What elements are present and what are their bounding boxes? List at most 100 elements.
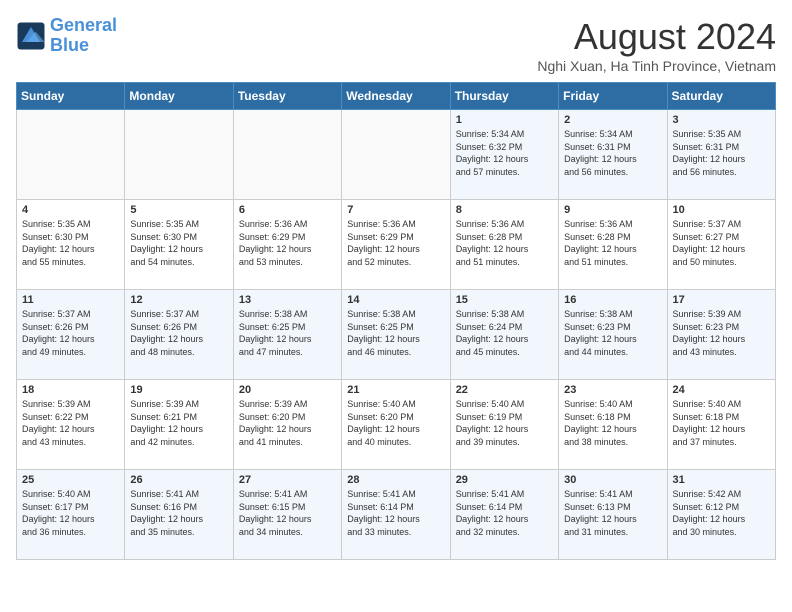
calendar-day-14: 14 Sunrise: 5:38 AM Sunset: 6:25 PM Dayli… [342, 290, 450, 380]
day-number: 5 [130, 204, 227, 216]
calendar-day-26: 26 Sunrise: 5:41 AM Sunset: 6:16 PM Dayli… [125, 470, 233, 560]
calendar-day-20: 20 Sunrise: 5:39 AM Sunset: 6:20 PM Dayli… [233, 380, 341, 470]
location-subtitle: Nghi Xuan, Ha Tinh Province, Vietnam [537, 58, 776, 74]
day-info: Sunrise: 5:42 AM Sunset: 6:12 PM Dayligh… [673, 488, 770, 538]
empty-day [17, 110, 125, 200]
day-info: Sunrise: 5:41 AM Sunset: 6:13 PM Dayligh… [564, 488, 661, 538]
day-info: Sunrise: 5:35 AM Sunset: 6:31 PM Dayligh… [673, 128, 770, 178]
day-info: Sunrise: 5:40 AM Sunset: 6:17 PM Dayligh… [22, 488, 119, 538]
title-block: August 2024 Nghi Xuan, Ha Tinh Province,… [537, 16, 776, 74]
calendar-day-1: 1Sunrise: 5:34 AM Sunset: 6:32 PM Daylig… [450, 110, 558, 200]
day-info: Sunrise: 5:38 AM Sunset: 6:25 PM Dayligh… [347, 308, 444, 358]
calendar-day-24: 24 Sunrise: 5:40 AM Sunset: 6:18 PM Dayli… [667, 380, 775, 470]
calendar-day-28: 28 Sunrise: 5:41 AM Sunset: 6:14 PM Dayli… [342, 470, 450, 560]
calendar-day-27: 27 Sunrise: 5:41 AM Sunset: 6:15 PM Dayli… [233, 470, 341, 560]
day-number: 1 [456, 114, 553, 126]
day-number: 25 [22, 474, 119, 486]
day-number: 20 [239, 384, 336, 396]
day-info: Sunrise: 5:38 AM Sunset: 6:24 PM Dayligh… [456, 308, 553, 358]
day-number: 14 [347, 294, 444, 306]
day-info: Sunrise: 5:41 AM Sunset: 6:14 PM Dayligh… [456, 488, 553, 538]
day-number: 8 [456, 204, 553, 216]
calendar-week-row: 25 Sunrise: 5:40 AM Sunset: 6:17 PM Dayli… [17, 470, 776, 560]
page-header: GeneralBlue August 2024 Nghi Xuan, Ha Ti… [16, 16, 776, 74]
calendar-day-23: 23Sunrise: 5:40 AM Sunset: 6:18 PM Dayli… [559, 380, 667, 470]
day-info: Sunrise: 5:37 AM Sunset: 6:26 PM Dayligh… [130, 308, 227, 358]
calendar-day-9: 9 Sunrise: 5:36 AM Sunset: 6:28 PM Daylig… [559, 200, 667, 290]
calendar-day-8: 8 Sunrise: 5:36 AM Sunset: 6:28 PM Daylig… [450, 200, 558, 290]
calendar-day-3: 3Sunrise: 5:35 AM Sunset: 6:31 PM Daylig… [667, 110, 775, 200]
calendar-day-13: 13 Sunrise: 5:38 AM Sunset: 6:25 PM Dayli… [233, 290, 341, 380]
day-info: Sunrise: 5:39 AM Sunset: 6:20 PM Dayligh… [239, 398, 336, 448]
day-info: Sunrise: 5:40 AM Sunset: 6:18 PM Dayligh… [673, 398, 770, 448]
calendar-day-16: 16Sunrise: 5:38 AM Sunset: 6:23 PM Dayli… [559, 290, 667, 380]
day-info: Sunrise: 5:37 AM Sunset: 6:27 PM Dayligh… [673, 218, 770, 268]
day-number: 18 [22, 384, 119, 396]
calendar-day-15: 15 Sunrise: 5:38 AM Sunset: 6:24 PM Dayli… [450, 290, 558, 380]
calendar-day-11: 11Sunrise: 5:37 AM Sunset: 6:26 PM Dayli… [17, 290, 125, 380]
calendar-day-25: 25 Sunrise: 5:40 AM Sunset: 6:17 PM Dayli… [17, 470, 125, 560]
calendar-day-5: 5 Sunrise: 5:35 AM Sunset: 6:30 PM Daylig… [125, 200, 233, 290]
day-info: Sunrise: 5:39 AM Sunset: 6:22 PM Dayligh… [22, 398, 119, 448]
day-number: 10 [673, 204, 770, 216]
calendar-day-31: 31 Sunrise: 5:42 AM Sunset: 6:12 PM Dayli… [667, 470, 775, 560]
day-number: 26 [130, 474, 227, 486]
day-info: Sunrise: 5:36 AM Sunset: 6:29 PM Dayligh… [239, 218, 336, 268]
day-info: Sunrise: 5:36 AM Sunset: 6:29 PM Dayligh… [347, 218, 444, 268]
day-info: Sunrise: 5:39 AM Sunset: 6:21 PM Dayligh… [130, 398, 227, 448]
day-number: 29 [456, 474, 553, 486]
day-info: Sunrise: 5:41 AM Sunset: 6:15 PM Dayligh… [239, 488, 336, 538]
day-info: Sunrise: 5:38 AM Sunset: 6:25 PM Dayligh… [239, 308, 336, 358]
empty-day [342, 110, 450, 200]
logo-icon [16, 21, 46, 51]
day-info: Sunrise: 5:36 AM Sunset: 6:28 PM Dayligh… [456, 218, 553, 268]
day-number: 19 [130, 384, 227, 396]
weekday-header-friday: Friday [559, 83, 667, 110]
weekday-header-saturday: Saturday [667, 83, 775, 110]
day-info: Sunrise: 5:35 AM Sunset: 6:30 PM Dayligh… [22, 218, 119, 268]
calendar-day-17: 17Sunrise: 5:39 AM Sunset: 6:23 PM Dayli… [667, 290, 775, 380]
day-number: 4 [22, 204, 119, 216]
day-info: Sunrise: 5:36 AM Sunset: 6:28 PM Dayligh… [564, 218, 661, 268]
day-info: Sunrise: 5:40 AM Sunset: 6:19 PM Dayligh… [456, 398, 553, 448]
weekday-header-monday: Monday [125, 83, 233, 110]
day-number: 13 [239, 294, 336, 306]
day-info: Sunrise: 5:34 AM Sunset: 6:31 PM Dayligh… [564, 128, 661, 178]
day-number: 24 [673, 384, 770, 396]
calendar-day-2: 2 Sunrise: 5:34 AM Sunset: 6:31 PM Daylig… [559, 110, 667, 200]
day-number: 9 [564, 204, 661, 216]
calendar-day-6: 6Sunrise: 5:36 AM Sunset: 6:29 PM Daylig… [233, 200, 341, 290]
calendar-day-30: 30Sunrise: 5:41 AM Sunset: 6:13 PM Dayli… [559, 470, 667, 560]
day-info: Sunrise: 5:40 AM Sunset: 6:20 PM Dayligh… [347, 398, 444, 448]
day-info: Sunrise: 5:41 AM Sunset: 6:14 PM Dayligh… [347, 488, 444, 538]
weekday-header-row: SundayMondayTuesdayWednesdayThursdayFrid… [17, 83, 776, 110]
calendar-day-18: 18 Sunrise: 5:39 AM Sunset: 6:22 PM Dayli… [17, 380, 125, 470]
weekday-header-sunday: Sunday [17, 83, 125, 110]
day-info: Sunrise: 5:35 AM Sunset: 6:30 PM Dayligh… [130, 218, 227, 268]
day-info: Sunrise: 5:39 AM Sunset: 6:23 PM Dayligh… [673, 308, 770, 358]
day-number: 2 [564, 114, 661, 126]
day-number: 28 [347, 474, 444, 486]
calendar-week-row: 18 Sunrise: 5:39 AM Sunset: 6:22 PM Dayli… [17, 380, 776, 470]
calendar-day-12: 12Sunrise: 5:37 AM Sunset: 6:26 PM Dayli… [125, 290, 233, 380]
calendar-week-row: 11Sunrise: 5:37 AM Sunset: 6:26 PM Dayli… [17, 290, 776, 380]
weekday-header-tuesday: Tuesday [233, 83, 341, 110]
month-title: August 2024 [537, 16, 776, 58]
day-info: Sunrise: 5:40 AM Sunset: 6:18 PM Dayligh… [564, 398, 661, 448]
weekday-header-wednesday: Wednesday [342, 83, 450, 110]
day-number: 31 [673, 474, 770, 486]
day-number: 21 [347, 384, 444, 396]
calendar-day-10: 10 Sunrise: 5:37 AM Sunset: 6:27 PM Dayli… [667, 200, 775, 290]
day-info: Sunrise: 5:37 AM Sunset: 6:26 PM Dayligh… [22, 308, 119, 358]
logo: GeneralBlue [16, 16, 117, 56]
day-info: Sunrise: 5:41 AM Sunset: 6:16 PM Dayligh… [130, 488, 227, 538]
calendar-day-22: 22Sunrise: 5:40 AM Sunset: 6:19 PM Dayli… [450, 380, 558, 470]
day-number: 7 [347, 204, 444, 216]
empty-day [125, 110, 233, 200]
calendar-day-7: 7 Sunrise: 5:36 AM Sunset: 6:29 PM Daylig… [342, 200, 450, 290]
day-number: 27 [239, 474, 336, 486]
weekday-header-thursday: Thursday [450, 83, 558, 110]
day-number: 15 [456, 294, 553, 306]
calendar-week-row: 1Sunrise: 5:34 AM Sunset: 6:32 PM Daylig… [17, 110, 776, 200]
day-info: Sunrise: 5:38 AM Sunset: 6:23 PM Dayligh… [564, 308, 661, 358]
